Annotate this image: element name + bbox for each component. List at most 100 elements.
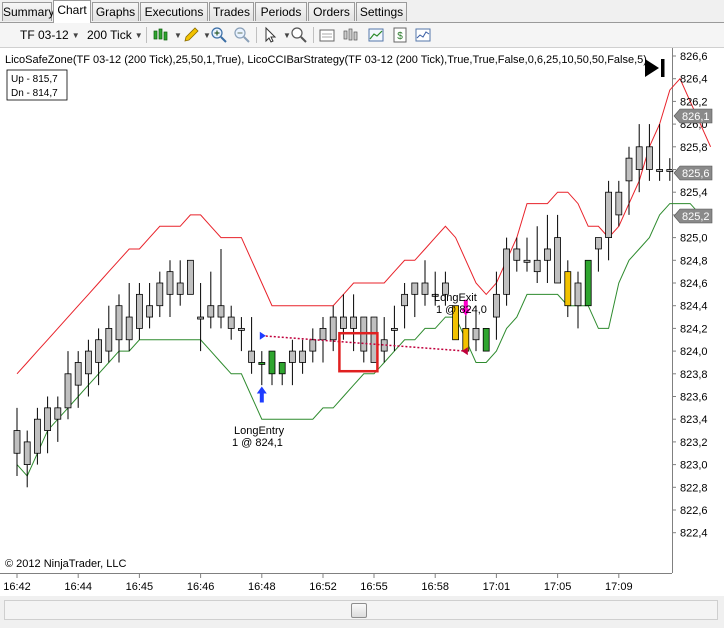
candle-body [186, 259, 194, 295]
candle-body [554, 237, 561, 284]
candle-body [513, 248, 521, 261]
candle-body [646, 146, 653, 170]
zoom-in-icon[interactable] [210, 26, 228, 44]
candle-body [13, 430, 21, 454]
candle-body [390, 327, 398, 331]
scroll-thumb[interactable] [351, 603, 367, 618]
legend-dn: Dn - 814,7 [11, 88, 58, 99]
price-tag-lower-text: 825,2 [682, 211, 710, 223]
candle-body [156, 282, 164, 307]
candle-body [462, 327, 470, 352]
candle-body [411, 282, 419, 295]
candle-body [268, 350, 276, 375]
price-tag-current-text: 825,6 [682, 168, 710, 180]
candle-body [125, 316, 133, 341]
candle-body [595, 237, 602, 250]
tab-graphs[interactable]: Graphs [92, 2, 139, 21]
tab-settings[interactable]: Settings [356, 2, 407, 21]
tab-orders[interactable]: Orders [308, 2, 355, 21]
legend-up: Up - 815,7 [11, 74, 58, 85]
indicators-icon[interactable] [414, 26, 432, 44]
candle-body [472, 327, 480, 341]
copyright-text: © 2012 NinjaTrader, LLC [5, 558, 126, 570]
candle-body [95, 339, 102, 363]
candle-body [309, 339, 317, 352]
tab-trades[interactable]: Trades [209, 2, 254, 21]
long-exit-price: 1 @ 824,0 [436, 304, 487, 316]
chart-canvas[interactable]: 826,6826,4826,2826,0825,8825,6825,4825,2… [0, 48, 724, 596]
tab-periods[interactable]: Periods [255, 2, 307, 21]
indicator-header: LicoSafeZone(TF 03-12 (200 Tick),25,50,1… [5, 54, 647, 66]
x-tick-label: 16:52 [309, 581, 337, 593]
interval-label: 200 Tick [87, 28, 132, 42]
candle-body [135, 293, 143, 329]
candle-body [54, 407, 62, 420]
horizontal-scrollbar[interactable] [0, 597, 724, 623]
toolbar-divider [146, 27, 147, 43]
candle-body [666, 169, 674, 172]
candle-body [492, 293, 500, 318]
tab-summary[interactable]: Summary [2, 2, 54, 21]
chevron-down-icon: ▼ [71, 30, 80, 40]
x-tick-label: 17:09 [605, 581, 633, 593]
x-tick-label: 17:05 [544, 581, 572, 593]
y-tick-label: 823,8 [680, 369, 708, 381]
x-tick-label: 16:48 [248, 581, 276, 593]
chevron-down-icon: ▼ [134, 30, 143, 40]
interval-selector[interactable]: 200 Tick ▼ [87, 26, 143, 44]
svg-text:$: $ [397, 31, 403, 42]
candle-body [319, 327, 327, 341]
candle-body [197, 316, 205, 320]
y-tick-label: 825,0 [680, 233, 708, 245]
candle-body [421, 282, 429, 295]
candle-body [544, 248, 551, 261]
data-box-icon[interactable] [318, 26, 336, 44]
x-tick-label: 16:55 [360, 581, 388, 593]
price-tag-upper-text: 826,1 [682, 111, 710, 123]
y-tick-label: 826,6 [680, 51, 708, 63]
tab-chart[interactable]: Chart [53, 0, 91, 23]
candle-body [533, 259, 541, 273]
zoom-out-icon[interactable] [233, 26, 251, 44]
candle-body [482, 327, 490, 352]
y-tick-label: 825,4 [680, 187, 708, 199]
candle-body [115, 305, 123, 341]
magnifier-icon[interactable] [290, 26, 308, 44]
candle-body [166, 271, 174, 295]
candle-body [85, 350, 92, 375]
y-tick-label: 822,8 [680, 482, 708, 494]
chart-properties-icon[interactable] [367, 26, 385, 44]
drawing-pencil-icon[interactable] [182, 26, 200, 44]
x-tick-label: 16:45 [126, 581, 154, 593]
price-chart[interactable]: 826,6826,4826,2826,0825,8825,6825,4825,2… [0, 48, 724, 596]
scroll-track[interactable] [4, 600, 718, 620]
tab-executions[interactable]: Executions [140, 2, 208, 21]
x-tick-label: 17:01 [483, 581, 511, 593]
long-entry-label: LongEntry [234, 425, 285, 437]
candle-body [350, 316, 358, 329]
cursor-icon[interactable] [262, 26, 280, 44]
y-tick-label: 824,6 [680, 278, 708, 290]
candle-body [625, 157, 633, 182]
strategies-icon[interactable]: $ [391, 26, 409, 44]
candle-body [23, 441, 31, 465]
candle-body [227, 316, 235, 329]
y-tick-label: 823,4 [680, 414, 708, 426]
instrument-selector[interactable]: TF 03-12 ▼ [20, 26, 80, 44]
y-tick-label: 824,4 [680, 301, 708, 313]
skip-to-end-icon[interactable] [645, 59, 665, 77]
long-entry-price: 1 @ 824,1 [232, 437, 283, 449]
bar-spacing-icon[interactable] [342, 26, 360, 44]
chevron-down-icon[interactable]: ▼ [174, 31, 182, 40]
candle-body [34, 418, 41, 454]
x-tick-label: 16:58 [421, 581, 449, 593]
bar-type-icon[interactable] [152, 26, 170, 44]
y-tick-label: 823,2 [680, 437, 708, 449]
candle-body [74, 362, 82, 386]
chart-toolbar: TF 03-12 ▼ 200 Tick ▼ ▼ ▼ ▼ $ [0, 23, 724, 48]
y-tick-label: 822,4 [680, 528, 708, 540]
candle-body [615, 191, 623, 216]
entry-fill-marker [259, 331, 266, 340]
candle-body [207, 305, 215, 318]
y-tick-label: 822,6 [680, 505, 708, 517]
